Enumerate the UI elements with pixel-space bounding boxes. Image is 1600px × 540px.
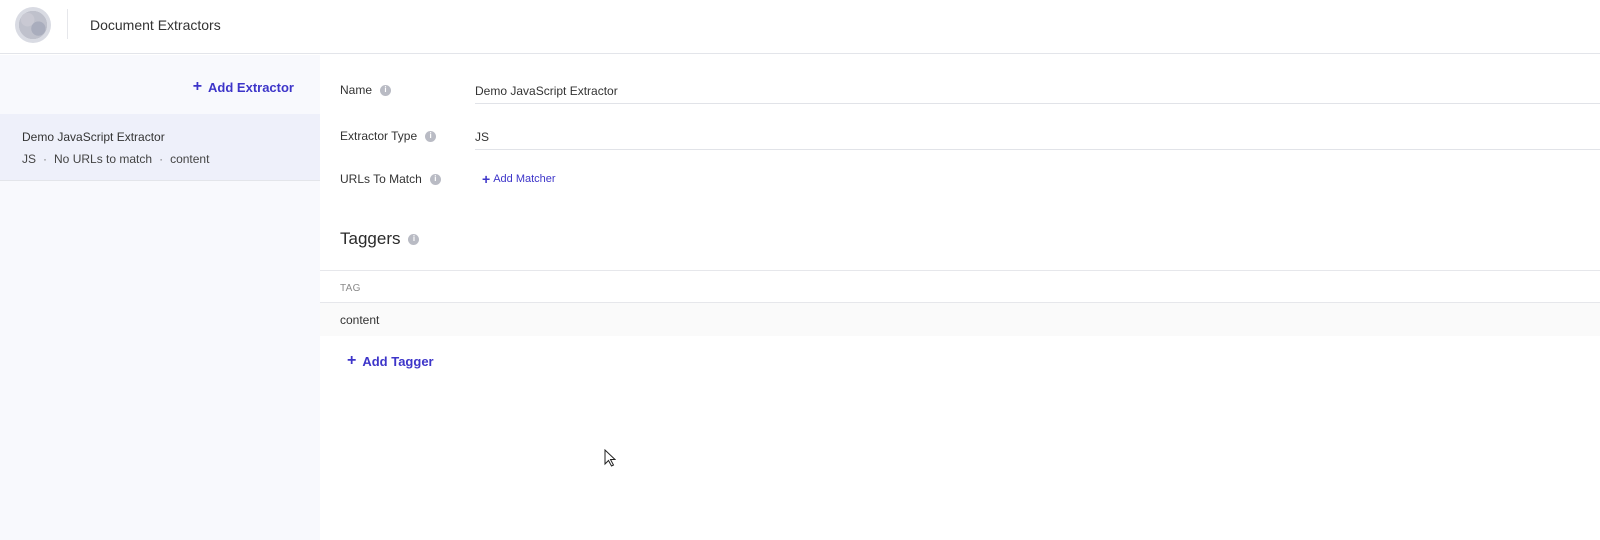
- add-matcher-label: Add Matcher: [493, 173, 556, 185]
- separator-dot: ·: [43, 152, 48, 166]
- plus-icon: +: [347, 352, 357, 369]
- add-matcher-button[interactable]: + Add Matcher: [482, 172, 556, 186]
- add-extractor-label: Add Extractor: [208, 79, 294, 95]
- extractor-meta: JS · No URLs to match · content: [22, 152, 320, 166]
- name-label: Name: [340, 83, 373, 97]
- add-tagger-label: Add Tagger: [362, 353, 434, 369]
- column-header-tag: TAG: [340, 283, 361, 294]
- name-label-row: Name i: [340, 83, 392, 97]
- extractor-list-item[interactable]: Demo JavaScript Extractor JS · No URLs t…: [0, 114, 320, 181]
- type-label-row: Extractor Type i: [340, 129, 437, 143]
- info-icon[interactable]: i: [380, 84, 392, 96]
- urls-to-match-label: URLs To Match: [340, 172, 422, 186]
- table-row[interactable]: content: [320, 303, 1600, 336]
- taggers-table: TAG content: [320, 270, 1600, 336]
- extractor-type: JS: [22, 152, 37, 166]
- tag-cell: content: [340, 313, 380, 327]
- table-header: TAG: [320, 270, 1600, 303]
- info-icon[interactable]: i: [429, 173, 441, 185]
- main-panel: Name i Demo JavaScript Extractor Extract…: [320, 55, 1600, 540]
- add-extractor-button[interactable]: + Add Extractor: [193, 79, 294, 95]
- extractor-name: Demo JavaScript Extractor: [22, 130, 165, 144]
- extractor-tag: content: [170, 152, 210, 166]
- extractor-urls: No URLs to match: [54, 152, 153, 166]
- sidebar: + Add Extractor Demo JavaScript Extracto…: [0, 55, 320, 540]
- page-title: Document Extractors: [90, 17, 221, 33]
- extractor-type-field[interactable]: JS: [475, 120, 1600, 150]
- plus-icon: +: [482, 171, 491, 187]
- separator-dot: ·: [159, 152, 164, 166]
- info-icon[interactable]: i: [408, 233, 420, 245]
- top-bar: Document Extractors: [0, 0, 1600, 54]
- urls-label-row: URLs To Match i: [340, 172, 441, 186]
- mouse-cursor-icon: [604, 449, 616, 467]
- taggers-title: Taggers: [340, 229, 401, 248]
- taggers-heading: Taggers i: [340, 229, 420, 249]
- info-icon[interactable]: i: [425, 130, 437, 142]
- plus-icon: +: [192, 78, 203, 95]
- name-field[interactable]: Demo JavaScript Extractor: [475, 74, 1600, 104]
- extractor-type-label: Extractor Type: [340, 129, 418, 143]
- add-tagger-button[interactable]: + Add Tagger: [347, 353, 434, 369]
- header-divider: [67, 9, 68, 39]
- app-logo[interactable]: [15, 7, 51, 43]
